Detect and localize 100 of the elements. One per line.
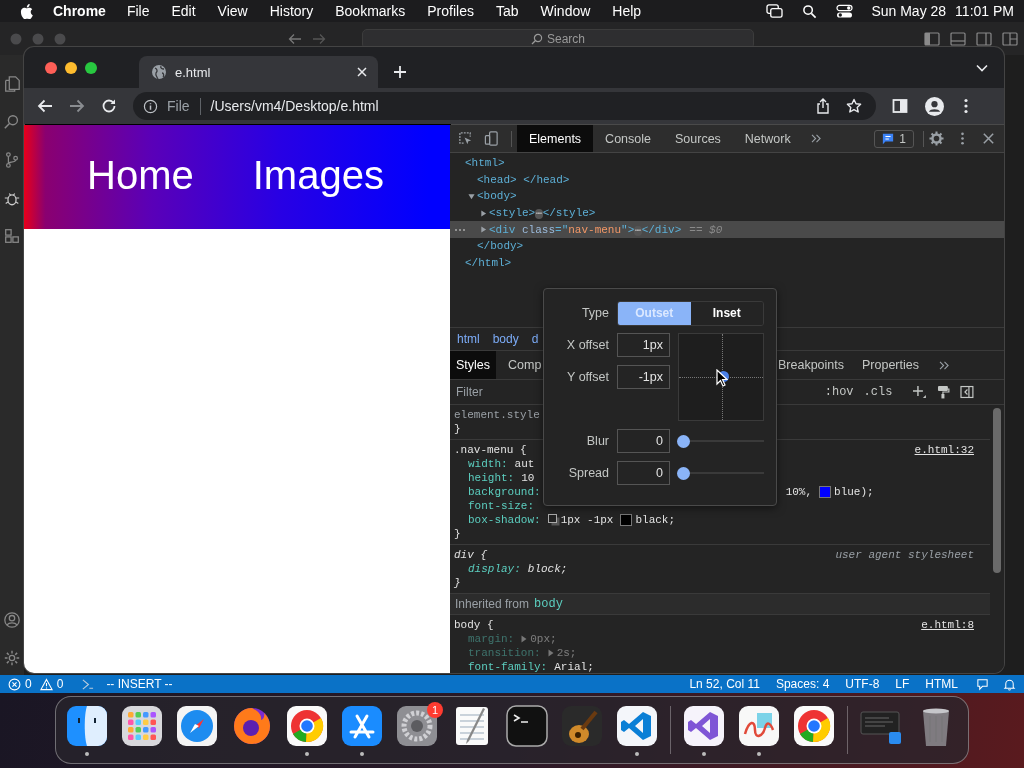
device-toolbar-icon[interactable]: [484, 131, 499, 146]
menu-item[interactable]: History: [269, 3, 314, 19]
bell-icon[interactable]: [1003, 677, 1016, 691]
devtools-tab[interactable]: Console: [593, 125, 663, 152]
input-field[interactable]: 0: [617, 461, 670, 485]
status-item[interactable]: HTML: [925, 677, 958, 691]
disclosure-triangle-icon[interactable]: [480, 226, 487, 234]
expand-triangle-icon[interactable]: [547, 649, 554, 657]
ring-icon[interactable]: [285, 703, 329, 748]
menu-bar-date[interactable]: Sun May 28: [871, 3, 947, 19]
code-ribbon-icon[interactable]: [615, 703, 659, 748]
browser-tab[interactable]: e.html: [139, 56, 378, 88]
paint-roller-icon[interactable]: [936, 385, 951, 399]
breadcrumb-item[interactable]: html: [457, 332, 480, 346]
control-center-icon[interactable]: [836, 3, 854, 19]
slider[interactable]: [677, 434, 764, 448]
inspect-element-icon[interactable]: [458, 131, 473, 146]
search-icon[interactable]: [801, 3, 819, 19]
disclosure-triangle-icon[interactable]: [480, 209, 487, 217]
menu-item[interactable]: Edit: [171, 3, 196, 19]
menu-item[interactable]: Bookmarks: [335, 3, 406, 19]
offset-pad[interactable]: [678, 333, 764, 421]
devtools-tab[interactable]: Network: [732, 125, 803, 152]
warning-count[interactable]: 0: [56, 677, 64, 691]
issues-badge[interactable]: 1: [874, 129, 914, 148]
panel-tab[interactable]: Comp: [502, 351, 548, 379]
layout-toggle-icon[interactable]: [1002, 31, 1018, 46]
status-item[interactable]: UTF-8: [845, 677, 880, 691]
window-controls-icon[interactable]: [45, 61, 97, 74]
error-count[interactable]: 0: [25, 677, 32, 691]
dom-tree-row[interactable]: <div class="nav-menu">⋯</div> == $0: [450, 221, 1004, 238]
scribble-board-icon[interactable]: [737, 703, 781, 748]
shadow-editor-icon[interactable]: [547, 514, 560, 526]
slider-thumb[interactable]: [677, 434, 690, 448]
dom-tree-row[interactable]: </body>: [450, 237, 1004, 255]
panel-tab[interactable]: Styles: [450, 351, 497, 379]
dom-tree-row[interactable]: <style>⋯</style>: [450, 204, 1004, 222]
terminal-icon[interactable]: [505, 703, 549, 748]
input-field[interactable]: 0: [617, 429, 670, 453]
input-field[interactable]: 1px: [617, 333, 670, 357]
guitar-icon[interactable]: [560, 703, 604, 748]
app-menu[interactable]: Chrome: [53, 3, 106, 19]
toggle-button[interactable]: :hov: [824, 385, 854, 399]
ring-icon[interactable]: [792, 703, 836, 748]
side-panel-icon[interactable]: [892, 98, 908, 114]
layout-toggle-icon[interactable]: [924, 31, 940, 46]
screen-mirroring-icon[interactable]: [766, 3, 784, 19]
panel-tab[interactable]: Properties: [856, 351, 925, 379]
new-tab-icon[interactable]: [393, 65, 407, 79]
color-swatch[interactable]: [819, 486, 832, 498]
source-control-icon[interactable]: [3, 151, 21, 169]
star-icon[interactable]: [846, 98, 862, 114]
gear-icon[interactable]: [395, 703, 439, 748]
apple-icon[interactable]: [20, 3, 33, 19]
broadcast-icon[interactable]: [81, 677, 95, 691]
files-icon[interactable]: [3, 75, 21, 93]
nav-link[interactable]: Images: [252, 152, 384, 198]
layout-toggle-icon[interactable]: [976, 31, 992, 46]
source-link[interactable]: e.html:8: [921, 619, 974, 631]
two-tone-face-square-icon[interactable]: [65, 703, 109, 748]
menu-item[interactable]: Profiles: [427, 3, 474, 19]
menu-item[interactable]: Window: [540, 3, 591, 19]
close-icon[interactable]: [981, 131, 996, 146]
menu-item[interactable]: Tab: [495, 3, 519, 19]
chevron-down-icon[interactable]: [976, 63, 988, 72]
extensions-icon[interactable]: [3, 227, 21, 245]
scrollbar[interactable]: [993, 408, 1001, 573]
layout-toggle-icon[interactable]: [950, 31, 966, 46]
nav-link[interactable]: Home: [87, 152, 194, 198]
reload-icon[interactable]: [101, 98, 117, 114]
infinity-ribbon-icon[interactable]: [682, 703, 726, 748]
more-tabs-icon[interactable]: [810, 134, 822, 143]
app-grid-icon[interactable]: [120, 703, 164, 748]
settings-icon[interactable]: [929, 131, 944, 146]
dom-tree-row[interactable]: <html>: [450, 155, 1004, 172]
error-icon[interactable]: [8, 677, 21, 691]
add-rule-icon[interactable]: [912, 385, 927, 399]
menu-bar-clock[interactable]: 11:01 PM: [955, 3, 1014, 19]
dom-tree-row[interactable]: <body>: [450, 188, 1004, 205]
toggle-button[interactable]: .cls: [863, 385, 893, 399]
color-swatch[interactable]: [620, 514, 633, 526]
share-icon[interactable]: [815, 98, 831, 114]
dom-tree-row[interactable]: <head> </head>: [450, 171, 1004, 189]
feedback-icon[interactable]: [976, 677, 989, 691]
more-tabs-icon[interactable]: [939, 360, 950, 370]
account-icon[interactable]: [3, 611, 21, 629]
forward-arrow-icon[interactable]: [69, 98, 85, 114]
dom-tree-row[interactable]: </html>: [450, 254, 1004, 272]
menu-item[interactable]: Help: [612, 3, 642, 19]
warning-icon[interactable]: [39, 677, 53, 691]
slider[interactable]: [677, 466, 764, 480]
devtools-tab[interactable]: Elements: [517, 125, 594, 152]
settings-icon[interactable]: [3, 649, 21, 667]
menu-item[interactable]: File: [126, 3, 150, 19]
expand-triangle-icon[interactable]: [521, 635, 528, 643]
disclosure-triangle-icon[interactable]: [468, 193, 475, 200]
profile-icon[interactable]: [925, 96, 944, 116]
compass-icon[interactable]: [175, 703, 219, 748]
slider-thumb[interactable]: [677, 466, 690, 480]
devtools-tab[interactable]: Sources: [663, 125, 733, 152]
